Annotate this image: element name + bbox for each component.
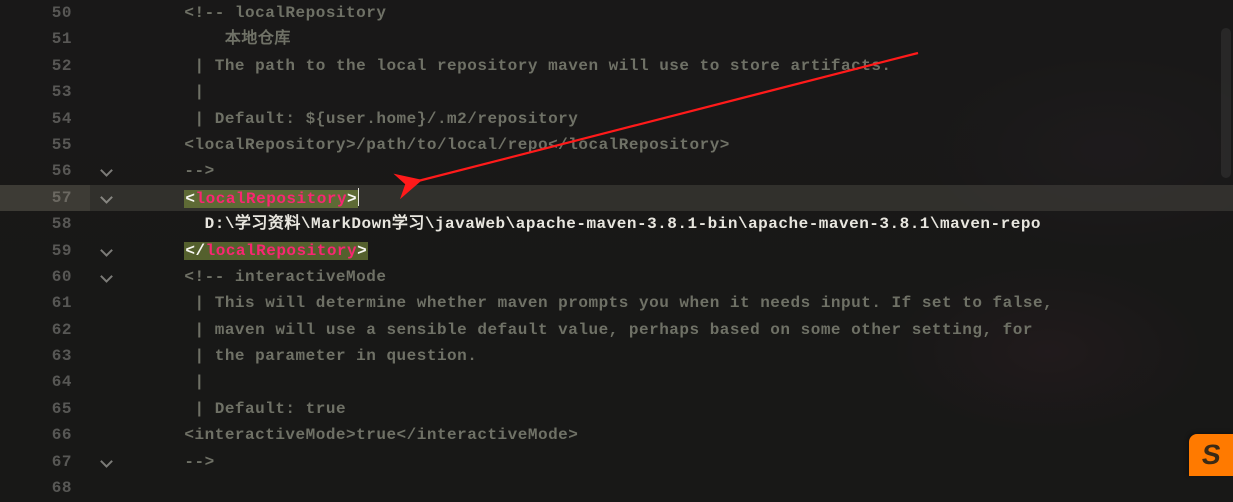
comment-text: the parameter in question. bbox=[215, 347, 478, 365]
fold-chevron-icon[interactable] bbox=[100, 244, 113, 257]
line-number[interactable]: 64 bbox=[0, 369, 90, 395]
comment-text: maven will use a sensible default value,… bbox=[215, 321, 1033, 339]
comment-text: <interactiveMode>true</interactiveMode> bbox=[144, 426, 578, 444]
fold-cell[interactable] bbox=[90, 238, 138, 264]
fold-cell bbox=[90, 0, 138, 26]
comment-text: --> bbox=[144, 453, 215, 471]
line-number[interactable]: 60 bbox=[0, 264, 90, 290]
sublime-text-badge-letter: S bbox=[1200, 441, 1223, 469]
code-line[interactable]: <!-- interactiveMode bbox=[138, 264, 1233, 290]
code-line[interactable]: | The path to the local repository maven… bbox=[138, 53, 1233, 79]
line-number[interactable]: 53 bbox=[0, 79, 90, 105]
fold-cell[interactable] bbox=[90, 264, 138, 290]
code-area[interactable]: <!-- localRepository 本地仓库 | The path to … bbox=[138, 0, 1233, 502]
line-number[interactable]: 51 bbox=[0, 26, 90, 52]
code-line[interactable]: --> bbox=[138, 158, 1233, 184]
fold-cell bbox=[90, 26, 138, 52]
fold-cell[interactable] bbox=[90, 185, 138, 211]
fold-cell bbox=[90, 343, 138, 369]
line-number-gutter[interactable]: 50515253545556575859606162636465666768 bbox=[0, 0, 90, 502]
fold-cell[interactable] bbox=[90, 449, 138, 475]
code-line[interactable]: | bbox=[138, 79, 1233, 105]
xml-open-tag: <localRepository> bbox=[184, 190, 358, 208]
fold-cell bbox=[90, 211, 138, 237]
comment-text: <!-- localRepository bbox=[144, 4, 386, 22]
fold-chevron-icon[interactable] bbox=[100, 455, 113, 468]
code-line[interactable]: D:\学习资料\MarkDown学习\javaWeb\apache-maven-… bbox=[138, 211, 1233, 237]
line-number[interactable]: 65 bbox=[0, 396, 90, 422]
line-number[interactable]: 63 bbox=[0, 343, 90, 369]
line-number[interactable]: 57 bbox=[0, 185, 90, 211]
code-line[interactable]: <!-- localRepository bbox=[138, 0, 1233, 26]
fold-cell bbox=[90, 475, 138, 501]
fold-cell bbox=[90, 369, 138, 395]
text-content: D:\学习资料\MarkDown学习\javaWeb\apache-maven-… bbox=[144, 215, 1041, 233]
line-number[interactable]: 54 bbox=[0, 106, 90, 132]
comment-text: Default: true bbox=[215, 400, 346, 418]
line-number[interactable]: 59 bbox=[0, 238, 90, 264]
code-line[interactable]: <localRepository>/path/to/local/repo</lo… bbox=[138, 132, 1233, 158]
code-line[interactable] bbox=[138, 475, 1233, 501]
comment-text: The path to the local repository maven w… bbox=[215, 57, 892, 75]
fold-cell bbox=[90, 132, 138, 158]
line-number[interactable]: 50 bbox=[0, 0, 90, 26]
fold-cell bbox=[90, 79, 138, 105]
code-line[interactable]: | the parameter in question. bbox=[138, 343, 1233, 369]
fold-chevron-icon[interactable] bbox=[100, 191, 113, 204]
line-number[interactable]: 62 bbox=[0, 317, 90, 343]
line-number[interactable]: 52 bbox=[0, 53, 90, 79]
code-line[interactable]: <interactiveMode>true</interactiveMode> bbox=[138, 422, 1233, 448]
comment-text: <!-- interactiveMode bbox=[144, 268, 386, 286]
xml-close-tag: </localRepository> bbox=[184, 242, 368, 260]
vertical-scrollbar-thumb[interactable] bbox=[1221, 28, 1231, 178]
fold-chevron-icon[interactable] bbox=[100, 270, 113, 283]
code-line[interactable]: 本地仓库 bbox=[138, 26, 1233, 52]
fold-cell bbox=[90, 422, 138, 448]
fold-cell bbox=[90, 290, 138, 316]
code-line[interactable]: | This will determine whether maven prom… bbox=[138, 290, 1233, 316]
code-line[interactable]: | Default: true bbox=[138, 396, 1233, 422]
comment-text: <localRepository>/path/to/local/repo</lo… bbox=[144, 136, 730, 154]
code-line[interactable]: | bbox=[138, 369, 1233, 395]
code-editor[interactable]: 50515253545556575859606162636465666768 <… bbox=[0, 0, 1233, 502]
fold-gutter[interactable] bbox=[90, 0, 138, 502]
fold-cell[interactable] bbox=[90, 158, 138, 184]
code-line[interactable]: --> bbox=[138, 449, 1233, 475]
line-number[interactable]: 66 bbox=[0, 422, 90, 448]
text-caret bbox=[358, 188, 359, 206]
line-number[interactable]: 58 bbox=[0, 211, 90, 237]
fold-cell bbox=[90, 317, 138, 343]
code-line[interactable]: | maven will use a sensible default valu… bbox=[138, 317, 1233, 343]
comment-text: Default: ${user.home}/.m2/repository bbox=[215, 110, 579, 128]
line-number[interactable]: 67 bbox=[0, 449, 90, 475]
line-number[interactable]: 56 bbox=[0, 158, 90, 184]
code-line[interactable]: | Default: ${user.home}/.m2/repository bbox=[138, 106, 1233, 132]
fold-chevron-icon[interactable] bbox=[100, 164, 113, 177]
line-number[interactable]: 61 bbox=[0, 290, 90, 316]
code-line[interactable]: </localRepository> bbox=[138, 238, 1233, 264]
comment-text: --> bbox=[144, 162, 215, 180]
line-number[interactable]: 55 bbox=[0, 132, 90, 158]
fold-cell bbox=[90, 396, 138, 422]
comment-text: This will determine whether maven prompt… bbox=[215, 294, 1053, 312]
fold-cell bbox=[90, 106, 138, 132]
fold-cell bbox=[90, 53, 138, 79]
line-number[interactable]: 68 bbox=[0, 475, 90, 501]
code-line[interactable]: <localRepository> bbox=[138, 185, 1233, 211]
comment-text: 本地仓库 bbox=[144, 30, 291, 48]
sublime-text-badge: S bbox=[1189, 434, 1233, 476]
